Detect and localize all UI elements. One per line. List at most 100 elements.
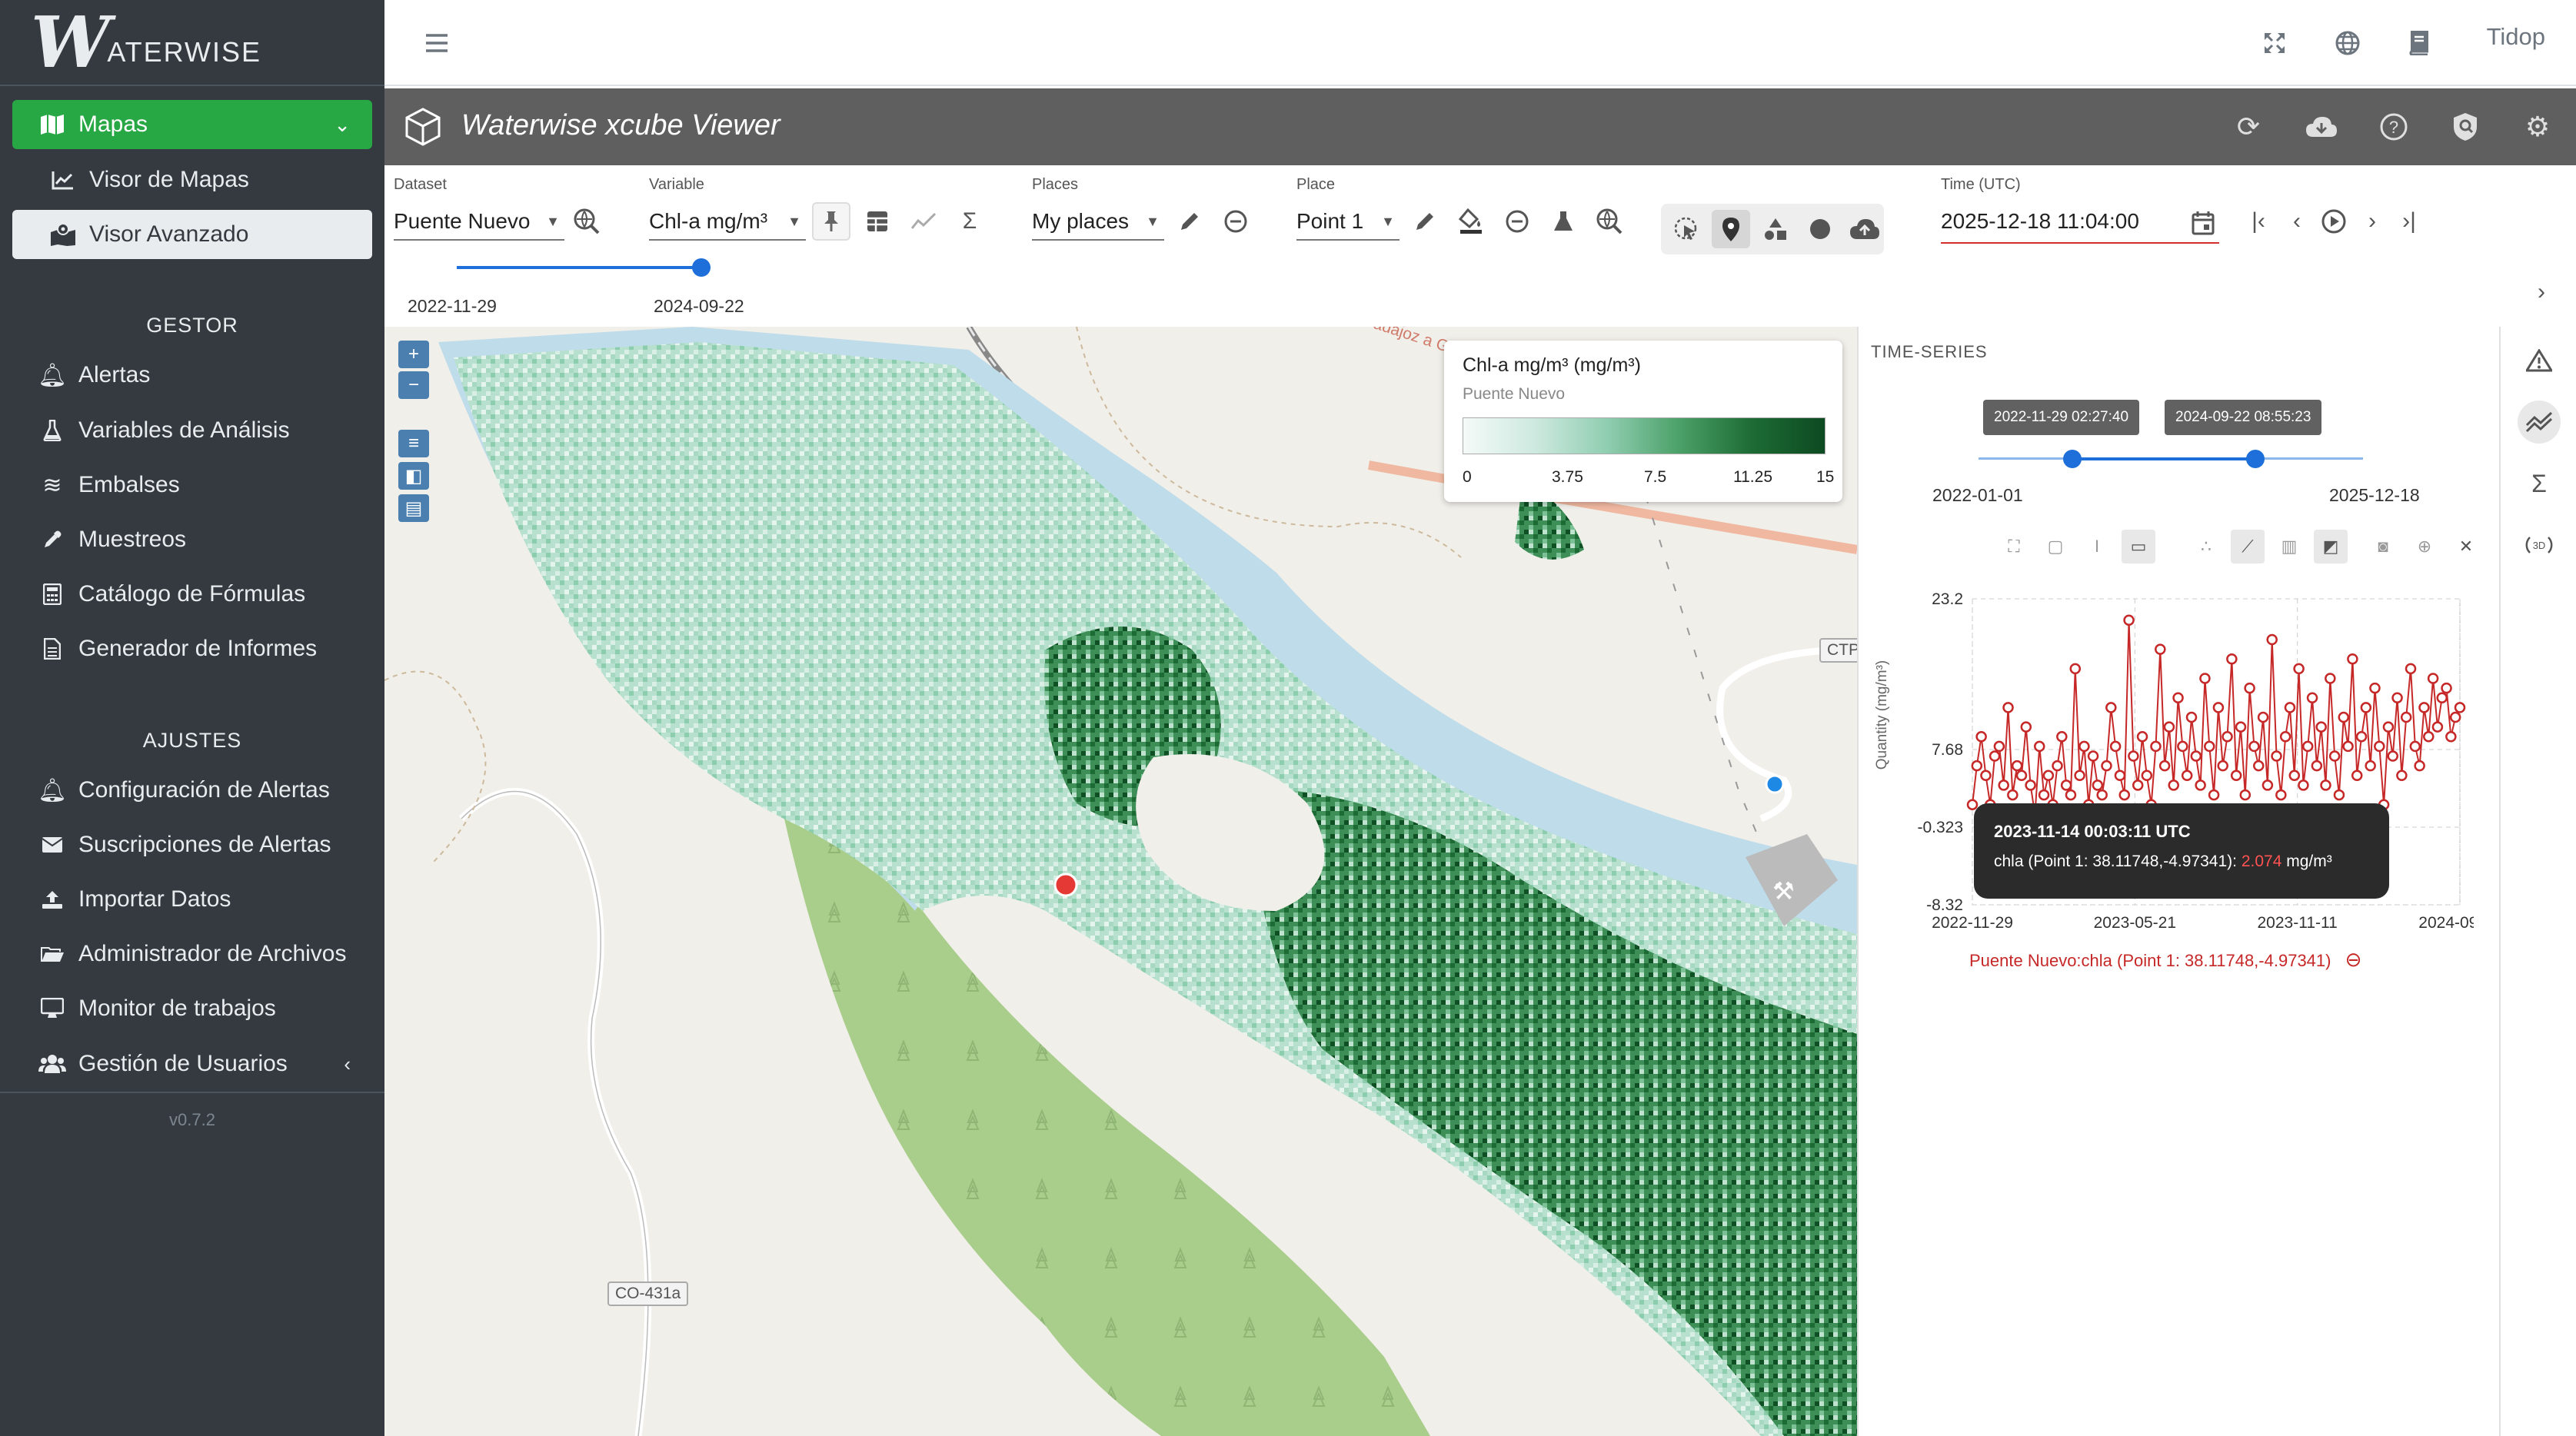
refresh-icon[interactable]: ⟳ [2230, 108, 2267, 145]
data-point [2328, 750, 2341, 762]
sidebar-item-gestion-usuarios[interactable]: Gestión de Usuarios ‹ [12, 1039, 372, 1089]
edit-place-icon[interactable] [1406, 202, 1444, 241]
sidebar-item-variables[interactable]: Variables de Análisis [12, 406, 372, 455]
sidebar-item-importar-datos[interactable]: Importar Datos [12, 875, 372, 924]
chevron-right-icon[interactable]: › [2522, 273, 2561, 311]
sidebar-item-mapas[interactable]: Mapas ⌄ [12, 100, 372, 149]
series-legend-label: Puente Nuevo:chla (Point 1: 38.11748,-4.… [1969, 951, 2331, 970]
dataset-info-icon[interactable] [567, 202, 606, 241]
sidebar-item-alertas[interactable]: 🔔︎ Alertas [12, 351, 372, 400]
point-tool-icon[interactable] [1712, 210, 1750, 248]
data-point [2069, 663, 2082, 675]
place-info-icon[interactable] [1590, 202, 1629, 241]
sidebar-item-visor-avanzado[interactable]: Visor Avanzado [12, 210, 372, 259]
add-icon[interactable]: ⊕ [2408, 530, 2441, 563]
circle-tool-icon[interactable] [1801, 210, 1839, 248]
next-step-icon[interactable]: › [2353, 202, 2391, 241]
ts-range-thumb-end[interactable] [2246, 450, 2265, 468]
sidebar-item-monitor-trabajos[interactable]: Monitor de trabajos [12, 984, 372, 1033]
fullscreen-icon[interactable]: ⛶ [1997, 530, 2031, 563]
data-point [2301, 740, 2314, 753]
sidebar-item-visor-mapas[interactable]: Visor de Mapas [12, 155, 372, 204]
play-icon[interactable] [2315, 202, 2353, 241]
polygon-tool-icon[interactable] [1756, 210, 1795, 248]
bar-chart-icon[interactable]: ▥ [2272, 530, 2306, 563]
first-step-icon[interactable]: |‹ [2239, 202, 2278, 241]
variable-select[interactable]: Chl-a mg/m³ ▼ [649, 204, 806, 241]
split-view-icon[interactable]: ◧ [398, 462, 429, 490]
place-select[interactable]: Point 1 ▼ [1296, 204, 1399, 241]
help-icon[interactable]: ? [2375, 108, 2412, 145]
sidebar-item-administrador-archivos[interactable]: Administrador de Archivos [12, 929, 372, 979]
zoom-box-icon[interactable]: ▢ [2039, 530, 2072, 563]
time-input[interactable]: 2025-12-18 11:04:00 [1941, 201, 2219, 244]
data-point [2347, 653, 2358, 665]
tooltip-toggle-icon[interactable]: ▭ [2122, 530, 2155, 563]
map-view[interactable]: ⚒ + − ≡ ◧ ▤ CTP CO-431a Badajoz a Gran C… [384, 327, 1857, 1436]
warning-icon[interactable] [2518, 339, 2561, 382]
timeseries-icon[interactable] [904, 202, 943, 241]
series-legend[interactable]: Puente Nuevo:chla (Point 1: 38.11748,-4.… [1969, 948, 2361, 972]
sidebar-item-catalogo-formulas[interactable]: Catálogo de Fórmulas [12, 570, 372, 619]
remove-places-icon[interactable] [1216, 202, 1255, 241]
viewer-header: Waterwise xcube Viewer ⟳ ? ⚙ [384, 88, 2576, 165]
edit-places-icon[interactable] [1170, 202, 1209, 241]
data-point [1966, 799, 1979, 810]
place-marker[interactable] [1053, 873, 1078, 897]
last-step-icon[interactable]: ›| [2390, 202, 2428, 241]
tooltip-text: chla (Point 1: 38.11748,-4.97341): [1994, 853, 2242, 870]
sidebar-item-suscripciones-alertas[interactable]: Suscripciones de Alertas [12, 820, 372, 869]
ts-range-thumb-start[interactable] [2063, 450, 2082, 468]
line-chart-icon[interactable]: ⟋ [2231, 530, 2265, 563]
error-bar-icon[interactable]: I [2080, 530, 2114, 563]
scatter-icon[interactable]: ∴ [2189, 530, 2223, 563]
data-point [2114, 770, 2126, 782]
brand-logo[interactable]: W ATERWISE [0, 0, 384, 86]
book-icon[interactable] [2397, 22, 2440, 65]
sidebar-item-muestreos[interactable]: Muestreos [12, 515, 372, 564]
timeline-icon[interactable] [2518, 401, 2561, 444]
layers-icon[interactable]: ≡ [398, 430, 429, 457]
zoom-in-button[interactable]: + [398, 341, 429, 368]
remove-series-icon[interactable]: ⊖ [2345, 948, 2362, 971]
zoom-out-button[interactable]: − [398, 371, 429, 399]
settings-icon[interactable]: ⚙ [2519, 108, 2556, 145]
user-menu[interactable]: Tidop [2487, 23, 2545, 51]
dataset-select[interactable]: Puente Nuevo ▼ [394, 204, 564, 241]
prev-step-icon[interactable]: ‹ [2278, 202, 2316, 241]
cloud-download-icon[interactable] [2303, 108, 2340, 145]
camera-icon[interactable]: ◙ [2366, 530, 2400, 563]
sigma-icon[interactable]: Σ [2518, 462, 2561, 505]
calendar-icon[interactable] [2184, 204, 2222, 242]
sigma-icon[interactable]: Σ [950, 202, 989, 241]
chevron-down-icon: ⌄ [334, 112, 351, 136]
time-range-slider[interactable] [457, 266, 701, 269]
3d-icon[interactable]: 3D [2518, 524, 2561, 567]
sidebar-item-configuracion-alertas[interactable]: 🔔︎ Configuración de Alertas [12, 766, 372, 815]
sidebar-item-label: Mapas [78, 111, 148, 137]
section-header-ajustes: AJUSTES [142, 729, 242, 752]
remove-place-icon[interactable] [1498, 202, 1536, 241]
ts-range-track[interactable] [2072, 457, 2255, 460]
table-icon[interactable] [858, 202, 897, 241]
pin-icon[interactable] [812, 202, 850, 241]
color-legend[interactable]: Chl-a mg/m³ (mg/m³) Puente Nuevo 0 3.75 … [1444, 341, 1842, 502]
sidebar-item-embalses[interactable]: ≋ Embalses [12, 460, 372, 510]
places-select[interactable]: My places ▼ [1032, 204, 1164, 241]
data-point [2060, 779, 2072, 791]
globe-icon[interactable] [2326, 22, 2369, 65]
select-tool-icon[interactable] [1667, 210, 1706, 248]
expand-icon[interactable] [2253, 22, 2296, 65]
color-fill-icon[interactable] [1452, 202, 1490, 241]
info-panel-icon[interactable]: ▤ [398, 494, 429, 522]
shield-icon[interactable] [2447, 108, 2484, 145]
time-range-slider-thumb[interactable] [692, 258, 711, 277]
sidebar-item-generador-informes[interactable]: Generador de Informes [12, 624, 372, 673]
flask-icon[interactable] [1544, 202, 1583, 241]
menu-icon[interactable] [415, 22, 458, 65]
area-chart-icon[interactable]: ◩ [2314, 530, 2348, 563]
dataset-value: Puente Nuevo [394, 209, 531, 233]
location-marker[interactable] [1765, 774, 1785, 794]
cloud-upload-icon[interactable] [1845, 210, 1884, 248]
close-icon[interactable]: ✕ [2449, 530, 2483, 563]
